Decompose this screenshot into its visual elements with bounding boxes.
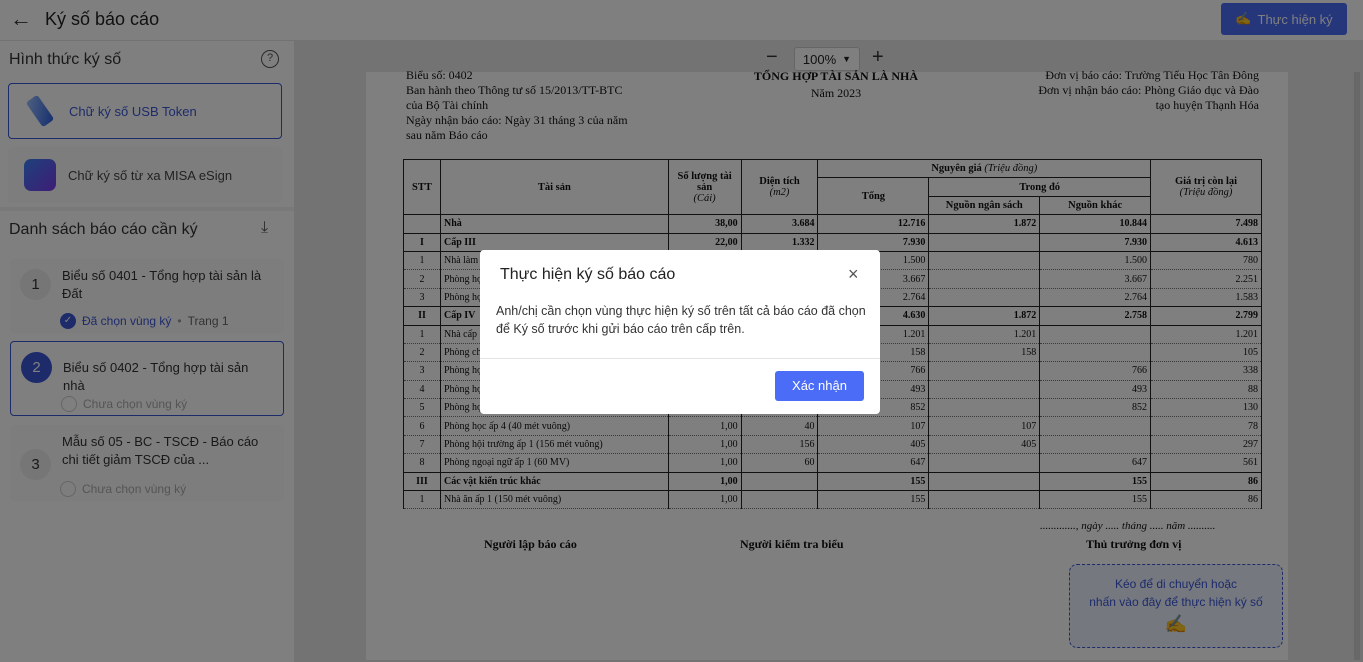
close-icon[interactable]: ×	[848, 264, 859, 285]
dialog-message: Anh/chị cần chọn vùng thực hiện ký số tr…	[496, 304, 866, 336]
confirm-button[interactable]: Xác nhận	[775, 371, 864, 401]
sign-dialog: Thực hiện ký số báo cáo × Anh/chị cần ch…	[480, 250, 880, 414]
dialog-title: Thực hiện ký số báo cáo	[500, 266, 676, 283]
divider	[480, 358, 880, 359]
